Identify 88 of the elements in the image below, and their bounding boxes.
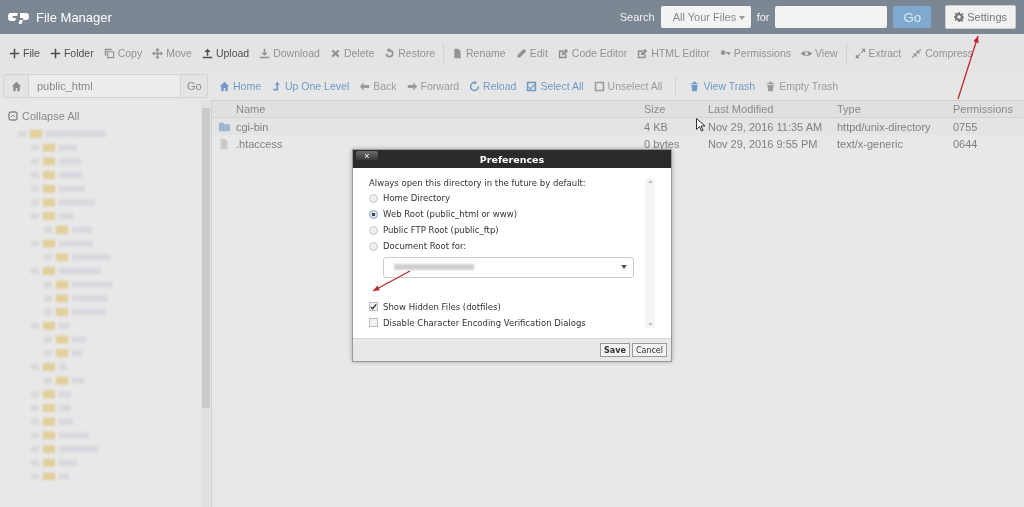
left-icon xyxy=(359,80,371,92)
radio-button[interactable] xyxy=(369,241,378,251)
file-icon xyxy=(452,47,463,59)
check-icon xyxy=(370,302,377,311)
cursor-icon xyxy=(696,118,705,132)
scope-dropdown[interactable]: All Your Files xyxy=(660,6,751,28)
column-header[interactable]: Type xyxy=(837,103,861,115)
option-label: Public FTP Root (public_ftp) xyxy=(383,225,499,236)
option-label: Home Directory xyxy=(383,193,450,204)
plus-icon xyxy=(9,47,20,59)
caret-icon xyxy=(738,15,745,20)
up-icon xyxy=(271,80,282,92)
table-cell: 0 bytes xyxy=(644,137,680,150)
up-arrow-icon xyxy=(647,180,653,183)
cancel-button[interactable]: Cancel xyxy=(631,343,667,357)
table-cell: 4 KB xyxy=(644,120,668,133)
radio-button[interactable] xyxy=(369,209,378,219)
go-button[interactable]: Go xyxy=(893,6,932,28)
annotation-arrow xyxy=(372,270,411,292)
times-icon xyxy=(329,47,341,59)
expand-icon xyxy=(854,47,866,59)
checkbox[interactable] xyxy=(369,318,378,328)
nav-button[interactable]: Up One Level xyxy=(266,75,355,97)
compress-icon xyxy=(911,47,923,59)
close-button[interactable]: × xyxy=(356,151,378,160)
download-icon xyxy=(259,47,271,59)
nav-button[interactable]: Home xyxy=(214,75,266,97)
settings-button[interactable]: Settings xyxy=(945,5,1016,29)
collapse-all-button[interactable]: Collapse All xyxy=(8,110,80,122)
table-cell: 0644 xyxy=(953,137,978,150)
right-icon xyxy=(406,80,418,92)
table-cell: text/x-generic xyxy=(837,137,904,150)
home-icon xyxy=(10,80,22,92)
prompt-text: Always open this directory in the future by default: xyxy=(369,178,587,188)
radio-button[interactable] xyxy=(369,225,378,235)
toolbar-button[interactable]: Folder xyxy=(44,41,99,65)
trash-icon xyxy=(765,80,777,92)
toolbar-button[interactable]: Upload xyxy=(196,41,255,65)
option-label: Web Root (public_html or www) xyxy=(383,209,517,220)
collapse-icon xyxy=(8,111,18,121)
for-label: for xyxy=(756,11,770,23)
search-label: Search xyxy=(619,11,655,23)
column-header[interactable]: Permissions xyxy=(953,103,1013,115)
radio-button[interactable] xyxy=(369,193,378,203)
folder-icon xyxy=(217,120,231,133)
trash-icon xyxy=(689,80,701,92)
caret-icon xyxy=(621,265,627,270)
scrollbar[interactable] xyxy=(645,178,655,328)
nav-button[interactable]: Reload xyxy=(464,75,522,97)
table-cell: Nov 29, 2016 9:55 PM xyxy=(708,137,818,150)
pencil-icon xyxy=(515,47,527,59)
document-root-dropdown[interactable] xyxy=(383,256,634,279)
copy-icon xyxy=(103,47,115,59)
table-cell: 0755 xyxy=(953,120,978,133)
undo-icon xyxy=(384,47,396,59)
gear-icon xyxy=(954,12,965,22)
move-icon xyxy=(152,47,164,59)
file-icon xyxy=(218,137,230,150)
edit-icon xyxy=(557,47,569,59)
table-cell: Nov 29, 2016 11:35 AM xyxy=(708,120,823,133)
search-field[interactable] xyxy=(775,6,888,28)
option-label: Show Hidden Files (dotfiles) xyxy=(383,301,501,312)
checkbox[interactable] xyxy=(369,302,378,312)
nav-button[interactable]: Select All xyxy=(521,75,589,97)
home-icon xyxy=(219,80,230,92)
reload-icon xyxy=(469,80,481,92)
upload-icon xyxy=(201,47,213,59)
option-label: Disable Character Encoding Verification Dialogs xyxy=(383,317,586,328)
nav-button[interactable]: View Trash xyxy=(684,75,761,97)
column-header[interactable]: Name xyxy=(236,103,266,115)
option-label: Document Root for: xyxy=(383,241,467,252)
go-button[interactable]: Go xyxy=(180,74,208,98)
column-header[interactable]: Last Modified xyxy=(708,103,774,115)
toolbar-button[interactable]: File xyxy=(4,41,45,65)
save-button[interactable]: Save xyxy=(600,343,630,357)
edit-icon xyxy=(637,47,649,59)
table-cell: cgi-bin xyxy=(236,120,269,133)
home-button[interactable] xyxy=(3,74,29,98)
logo-icon xyxy=(8,10,30,24)
scrollbar[interactable] xyxy=(201,100,212,507)
column-header[interactable]: Size xyxy=(644,103,666,115)
path-field[interactable]: public_html xyxy=(29,74,180,98)
plus-icon xyxy=(49,47,61,59)
table-cell: httpd/unix-directory xyxy=(837,120,931,133)
down-arrow-icon xyxy=(647,323,653,326)
table-cell: .htaccess xyxy=(236,137,283,150)
app-title: File Manager xyxy=(36,9,112,25)
dialog-title: Preferences xyxy=(479,153,545,165)
